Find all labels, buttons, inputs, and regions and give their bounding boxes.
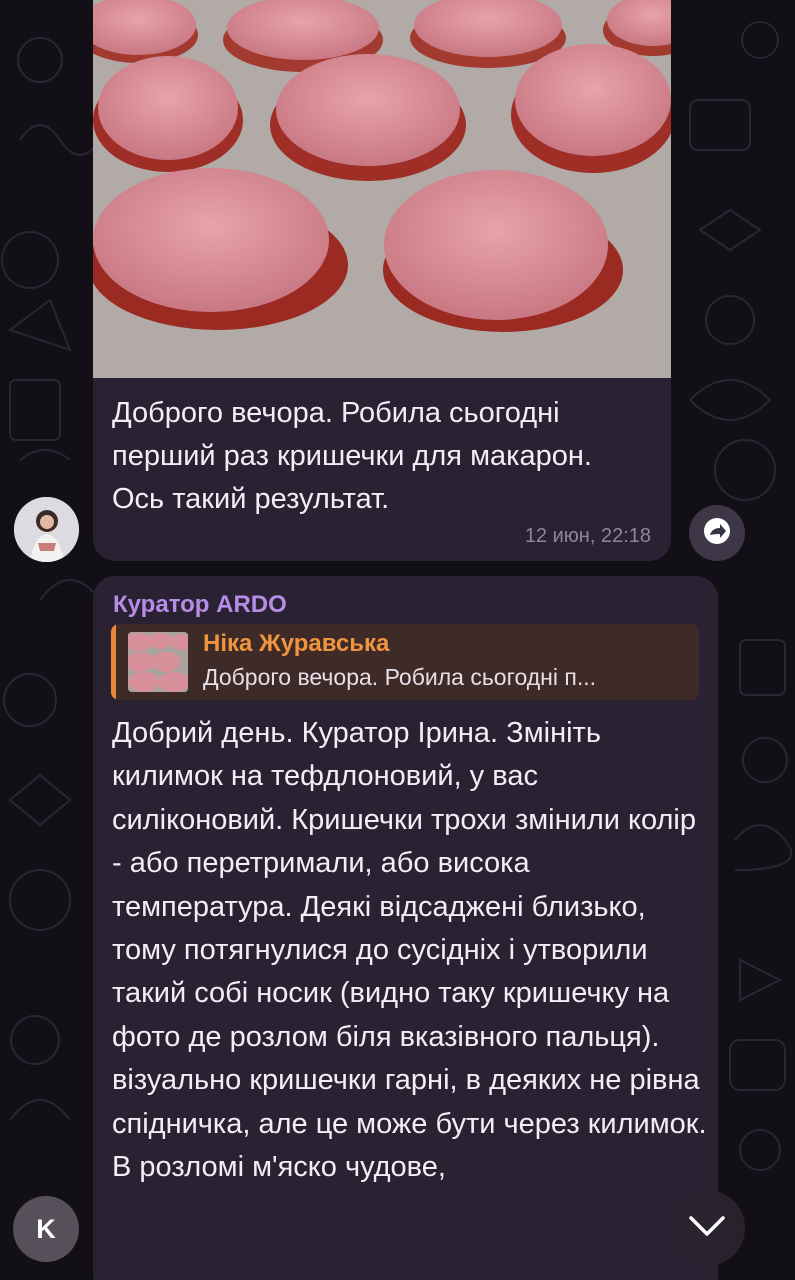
incoming-message[interactable]: Доброго вечора. Робила сьогодні перший р… (93, 0, 671, 561)
quote-snippet: Доброго вечора. Робила сьогодні п... (203, 664, 597, 690)
sender-name[interactable]: Куратор ARDO (113, 591, 287, 619)
forward-arrow-icon (702, 516, 732, 551)
quote-thumbnail (128, 632, 188, 692)
scroll-down-button[interactable] (669, 1190, 745, 1266)
incoming-message-text: Доброго вечора. Робила сьогодні перший р… (112, 397, 592, 515)
chevron-down-icon (687, 1214, 727, 1243)
macaron-photo[interactable] (93, 0, 671, 378)
reply-quote[interactable]: Ніка Журавська Доброго вечора. Робила сь… (111, 624, 699, 700)
forward-button[interactable] (689, 505, 745, 561)
quote-author: Ніка Журавська (203, 630, 390, 657)
quote-accent-bar (111, 624, 116, 700)
avatar[interactable] (14, 497, 79, 562)
message-timestamp: 12 июн, 22:18 (524, 525, 651, 547)
reply-message-text: Добрий день. Куратор Ірина. Змініть кили… (112, 717, 707, 1184)
reply-message[interactable]: Куратор ARDO Ніка Журавська Доброго вечо… (93, 576, 718, 1280)
k-button[interactable]: K (13, 1196, 79, 1262)
